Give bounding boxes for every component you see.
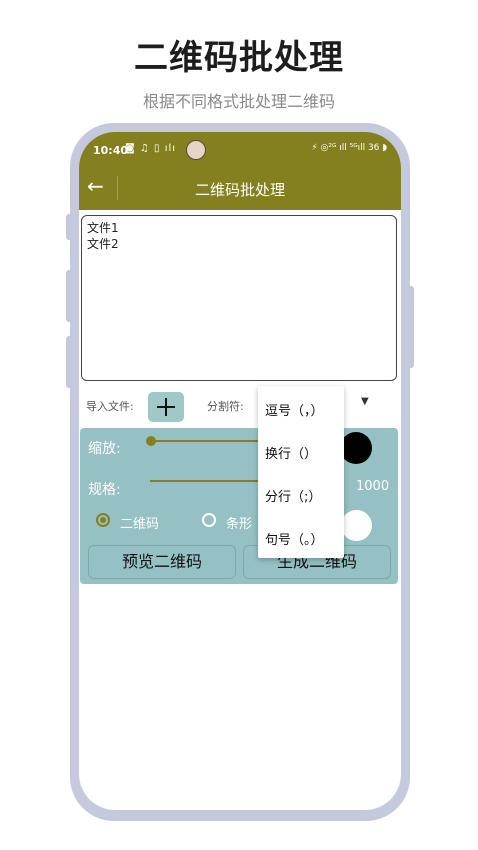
promo-headline: 二维码批处理 bbox=[134, 38, 344, 78]
radio-qr-code-label: 二维码 bbox=[120, 517, 160, 532]
separator-label: 分割符: bbox=[207, 400, 244, 413]
separator-dropdown-caret-icon[interactable]: ▼ bbox=[361, 396, 369, 407]
dropdown-option-period[interactable]: 句号（。） bbox=[265, 529, 324, 548]
radio-barcode[interactable] bbox=[202, 513, 216, 527]
status-icons-right: ⚡ ◎²ᴳ ıll ⁵ᴳıll 36 ◗ bbox=[311, 143, 387, 153]
zoom-slider-thumb[interactable] bbox=[146, 436, 156, 446]
radio-barcode-label: 条形 bbox=[226, 517, 253, 532]
status-avatar-icon bbox=[186, 140, 206, 160]
phone-screen: 10:40 ◙ ♫ ▯ ılı ⚡ ◎²ᴳ ıll ⁵ᴳıll 36 ◗ ← 二… bbox=[79, 132, 401, 810]
phone-side-button bbox=[66, 336, 72, 388]
import-file-label: 导入文件: bbox=[86, 400, 134, 413]
import-file-plus-button[interactable] bbox=[148, 392, 184, 422]
dropdown-option-comma[interactable]: 逗号（，） bbox=[265, 400, 324, 419]
settings-panel: 缩放: 规格: 1000 二维码 条形 预览二维码 生成二维码 bbox=[80, 428, 398, 584]
preview-qr-button[interactable]: 预览二维码 bbox=[88, 545, 236, 579]
foreground-color-swatch[interactable] bbox=[340, 432, 372, 464]
phone-power-button bbox=[408, 286, 414, 368]
background-color-swatch[interactable] bbox=[341, 510, 372, 541]
radio-qr-code[interactable] bbox=[96, 513, 110, 527]
dropdown-option-newline[interactable]: 换行（） bbox=[265, 443, 317, 462]
phone-side-button bbox=[66, 214, 72, 240]
zoom-label: 缩放: bbox=[88, 441, 121, 457]
app-title: 二维码批处理 bbox=[194, 181, 285, 199]
status-time: 10:40 bbox=[93, 144, 129, 157]
spec-slider-track[interactable] bbox=[150, 480, 260, 482]
file-list-textarea[interactable]: 文件1 文件2 bbox=[81, 215, 397, 381]
textarea-line: 文件2 bbox=[87, 237, 119, 251]
dropdown-option-semicolon[interactable]: 分行（;） bbox=[265, 486, 321, 505]
spec-label: 规格: bbox=[88, 482, 121, 498]
promo-subheadline: 根据不同格式批处理二维码 bbox=[142, 92, 335, 111]
phone-side-button bbox=[66, 270, 72, 322]
separator-dropdown-menu: 逗号（，） 换行（） 分行（;） 句号（。） bbox=[258, 386, 344, 558]
spec-value: 1000 bbox=[356, 479, 390, 494]
textarea-line: 文件1 bbox=[87, 221, 119, 235]
zoom-slider-track[interactable] bbox=[152, 440, 262, 442]
app-bar: 10:40 ◙ ♫ ▯ ılı ⚡ ◎²ᴳ ıll ⁵ᴳıll 36 ◗ ← 二… bbox=[79, 132, 401, 210]
status-icons-left: ◙ ♫ ▯ ılı bbox=[125, 143, 177, 154]
